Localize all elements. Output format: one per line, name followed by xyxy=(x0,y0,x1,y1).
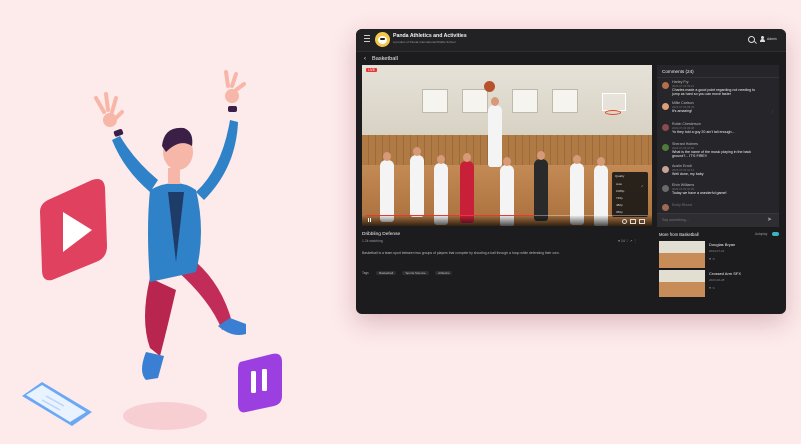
gym-window xyxy=(552,89,578,113)
subtitles-icon[interactable] xyxy=(630,219,636,224)
tag-list: Tags Basketball Sports Science Athletics xyxy=(362,261,454,279)
comment-text: Well done, my baby xyxy=(672,172,704,176)
video-controls xyxy=(362,215,652,226)
comment-text: ground?... IT'S FIRE!! xyxy=(672,154,707,158)
comment-text: It's amazing! xyxy=(672,109,693,113)
video-description: Basketball is a team sport between two g… xyxy=(362,251,560,255)
avatar xyxy=(662,185,669,192)
user-label[interactable]: Admin xyxy=(767,37,777,41)
menu-icon[interactable] xyxy=(364,35,370,42)
panda-logo[interactable] xyxy=(375,32,390,47)
tag-chip[interactable]: Basketball xyxy=(376,271,397,275)
quality-option[interactable]: Auto xyxy=(616,182,622,186)
live-badge: LIVE xyxy=(366,68,377,72)
hoop-rim xyxy=(605,110,621,115)
backboard xyxy=(602,93,626,111)
avatar xyxy=(662,204,669,211)
comment-text: Today we have a wonderful game! xyxy=(672,191,727,195)
quality-option[interactable]: 360p xyxy=(616,210,623,214)
page-title: Basketball xyxy=(372,56,398,62)
referee xyxy=(534,151,548,221)
player xyxy=(410,147,424,217)
divider xyxy=(657,77,779,78)
quality-option[interactable]: 1080p xyxy=(616,189,624,193)
quality-heading: Quality xyxy=(615,174,625,178)
related-date: 2023-07-01 xyxy=(709,249,725,253)
related-title[interactable]: Crossed Arm SFX xyxy=(709,271,741,276)
check-icon: ✓ xyxy=(641,184,644,188)
send-icon[interactable]: ➤ xyxy=(767,217,772,223)
video-actions[interactable]: ♥ 14 ♡ ↗ ⋮ xyxy=(618,239,637,243)
avatar xyxy=(662,144,669,151)
top-bar: Panda Athletics and Activities a product… xyxy=(356,29,786,52)
more-icon[interactable]: ⋮ xyxy=(771,109,774,113)
tags-label: Tags xyxy=(362,271,369,275)
app-subtitle: a product of Panda International Middle … xyxy=(393,40,456,44)
comments-heading: Comments (24) xyxy=(662,69,694,74)
comment-box: ➤ xyxy=(657,213,779,227)
player xyxy=(488,97,502,167)
comment-text: jump as hard so you can move faster xyxy=(672,92,731,96)
avatar xyxy=(662,82,669,89)
gym-window xyxy=(462,89,488,113)
chevron-left-icon[interactable]: ‹ xyxy=(364,56,366,62)
video-title: Dribbling Defense xyxy=(362,232,401,237)
comments-panel: Comments (24) Harley Fry 2023-07-03 09:2… xyxy=(657,65,779,227)
comment-text: Yo they told a guy 20 ain't tall enough.… xyxy=(672,130,735,134)
progress-bar[interactable] xyxy=(366,215,648,216)
avatar xyxy=(662,166,669,173)
search-icon[interactable] xyxy=(748,36,755,43)
jumping-person xyxy=(94,70,246,380)
tag-chip[interactable]: Sports Science xyxy=(402,271,429,275)
hero-illustration xyxy=(22,70,282,430)
related-title[interactable]: Douglas Bryan xyxy=(709,242,735,247)
fullscreen-icon[interactable] xyxy=(639,219,645,224)
gym-window xyxy=(422,89,448,113)
video-thumbnail[interactable] xyxy=(659,241,705,268)
quality-option[interactable]: 480p xyxy=(616,203,623,207)
comment-author: Emily Rhune xyxy=(672,203,693,207)
related-actions[interactable]: ♥ ⋖ xyxy=(709,257,715,261)
autoplay-toggle[interactable] xyxy=(772,232,779,236)
play-icon xyxy=(40,179,107,281)
avatar xyxy=(662,124,669,131)
more-heading: More from Basketball xyxy=(659,232,699,237)
phone-icon xyxy=(22,382,92,426)
floor-shadow xyxy=(123,402,207,430)
app-title: Panda Athletics and Activities xyxy=(393,33,467,39)
video-thumbnail[interactable] xyxy=(659,270,705,297)
related-date: 2023-06-28 xyxy=(709,278,725,282)
gear-icon[interactable] xyxy=(622,219,627,224)
progress-fill xyxy=(366,215,536,216)
app-window: Panda Athletics and Activities a product… xyxy=(356,29,786,314)
video-player[interactable]: LIVE Quality Auto ✓ 1080p 720p 480p 360p xyxy=(362,65,652,226)
view-count: 1.2k watching xyxy=(362,239,383,243)
comment-input[interactable] xyxy=(662,218,762,222)
player xyxy=(380,152,394,222)
related-actions[interactable]: ♥ ⋖ xyxy=(709,286,715,290)
autoplay-label: Autoplay xyxy=(755,232,768,236)
gym-window xyxy=(512,89,538,113)
pause-icon xyxy=(238,353,282,413)
quality-option[interactable]: 720p xyxy=(616,196,623,200)
tag-chip[interactable]: Athletics xyxy=(435,271,453,275)
quality-menu[interactable]: Quality Auto ✓ 1080p 720p 480p 360p xyxy=(612,172,648,217)
avatar xyxy=(662,103,669,110)
pause-icon[interactable] xyxy=(368,218,372,222)
player xyxy=(460,153,474,223)
basketball xyxy=(484,81,495,92)
user-icon[interactable] xyxy=(760,36,765,42)
